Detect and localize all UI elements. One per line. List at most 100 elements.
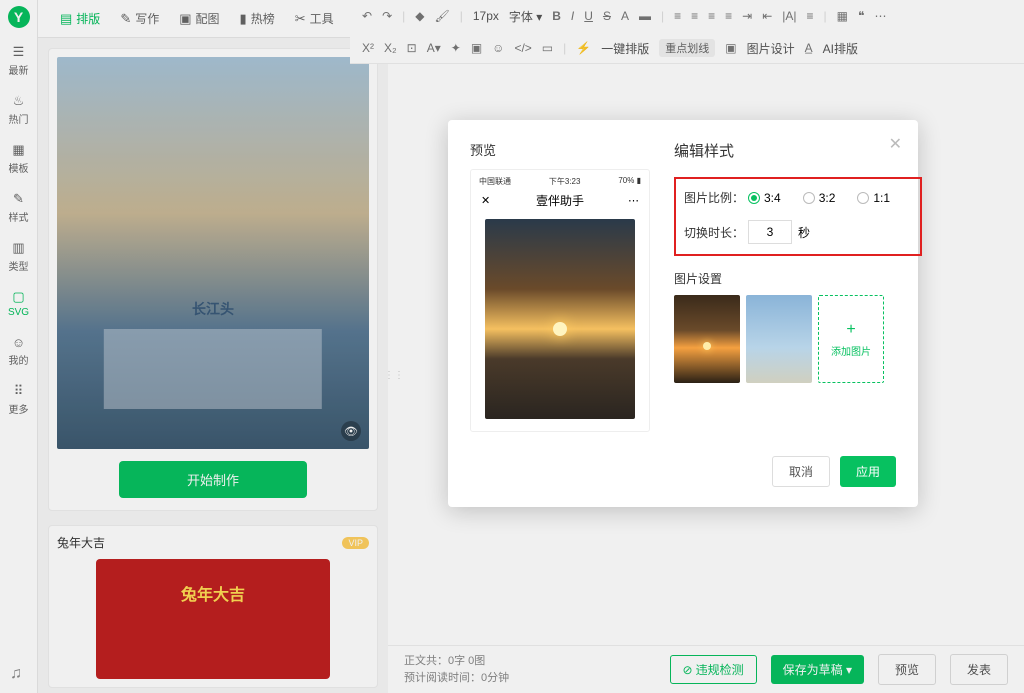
tab-image[interactable]: ▣配图	[169, 0, 229, 37]
strike-icon[interactable]: S	[603, 9, 611, 23]
magic-icon[interactable]: ✦	[451, 41, 461, 55]
add-image-button[interactable]: + 添加图片	[818, 295, 884, 383]
align-center-icon[interactable]: ≡	[691, 9, 698, 23]
emoji-icon[interactable]: ☺	[492, 41, 504, 55]
start-create-button[interactable]: 开始制作	[119, 461, 306, 498]
pic-design[interactable]: 图片设计	[747, 40, 795, 57]
table-icon[interactable]: ▦	[837, 9, 848, 23]
align-left-icon[interactable]: ≡	[674, 9, 681, 23]
underline-icon[interactable]: U	[584, 9, 593, 23]
panel-drag-handle[interactable]: ⋮⋮	[384, 370, 404, 381]
preview-button[interactable]: 预览	[878, 654, 936, 685]
modal-close-icon[interactable]: ✕	[889, 134, 902, 154]
template-preview-1[interactable]: 长江头 👁	[57, 57, 369, 449]
layout-icon: ▤	[60, 11, 72, 27]
font-color-icon[interactable]: A	[621, 9, 629, 23]
indent-icon[interactable]: ⇥	[742, 9, 752, 23]
template-preview-2[interactable]: 兔年大吉	[96, 559, 330, 679]
template-card-1: 长江头 👁 开始制作	[48, 48, 378, 511]
outdent-icon[interactable]: ⇤	[762, 9, 772, 23]
tab-tools[interactable]: ✂工具	[285, 0, 344, 37]
list-icon: ☰	[11, 44, 27, 60]
modal-title: 编辑样式	[674, 140, 922, 161]
save-draft-button[interactable]: 保存为草稿 ▾	[771, 655, 864, 684]
one-click-layout[interactable]: 一键排版	[601, 40, 649, 57]
subscript-icon[interactable]: X₂	[384, 41, 397, 55]
rail-item-type[interactable]: ▥类型	[0, 232, 37, 281]
preview-eye-icon[interactable]: 👁	[341, 421, 361, 441]
tab-write[interactable]: ✎写作	[110, 0, 169, 37]
pen-icon: ✎	[11, 191, 27, 207]
align-right-icon[interactable]: ≡	[708, 9, 715, 23]
tab-layout[interactable]: ▤排版	[50, 0, 110, 37]
font-family-select[interactable]: 字体 ▾	[509, 8, 542, 25]
highlight-icon[interactable]: ▬	[639, 9, 651, 23]
ai-layout[interactable]: AI排版	[823, 40, 858, 57]
user-icon: ☺	[11, 334, 27, 350]
doc-stats: 正文共：0字 0图 预计阅读时间：0分钟	[404, 653, 656, 686]
rail-item-latest[interactable]: ☰最新	[0, 36, 37, 85]
ratio-3-2[interactable]: 3:2	[803, 191, 836, 205]
redo-icon[interactable]: ↷	[382, 9, 392, 23]
duration-label: 切换时长：	[684, 224, 748, 241]
align-justify-icon[interactable]: ≡	[725, 9, 732, 23]
highlight-line[interactable]: 重点划线	[659, 39, 715, 57]
cancel-button[interactable]: 取消	[772, 456, 830, 487]
phone-app-title: 壹伴助手	[536, 192, 584, 209]
font-size-select[interactable]: 17px	[473, 9, 499, 23]
support-icon[interactable]: ♫	[10, 665, 22, 683]
undo-icon[interactable]: ↶	[362, 9, 372, 23]
ratio-1-1[interactable]: 1:1	[857, 191, 890, 205]
superscript-icon[interactable]: X²	[362, 41, 374, 55]
ai-icon: A̲	[805, 41, 813, 55]
rail-item-style[interactable]: ✎样式	[0, 183, 37, 232]
clear-format-icon[interactable]: ◆	[415, 9, 424, 23]
fire-icon: ♨	[11, 93, 27, 109]
square-icon: ▢	[11, 289, 27, 305]
format-icon[interactable]: ⊡	[407, 41, 417, 55]
phone-time: 下午3:23	[549, 176, 581, 187]
rail-item-hot[interactable]: ♨热门	[0, 85, 37, 134]
italic-icon[interactable]: I	[571, 9, 574, 23]
apply-button[interactable]: 应用	[840, 456, 896, 487]
vip-badge: VIP	[342, 537, 369, 549]
brush-icon[interactable]: 🖌	[434, 9, 449, 23]
ratio-3-4[interactable]: 3:4	[748, 191, 781, 205]
line-height-icon[interactable]: ≡	[807, 9, 814, 23]
ratio-label: 图片比例：	[684, 189, 748, 206]
bold-icon[interactable]: B	[552, 9, 561, 23]
rail-item-svg[interactable]: ▢SVG	[0, 281, 37, 326]
phone-carrier: 中国联通	[479, 176, 511, 187]
rail-item-mine[interactable]: ☺我的	[0, 326, 37, 375]
phone-battery: 70% ▮	[618, 176, 641, 187]
app-logo[interactable]: Y	[8, 6, 30, 28]
text-color-icon[interactable]: A▾	[427, 41, 441, 55]
spacing-icon[interactable]: |A|	[782, 9, 796, 23]
image-settings-label: 图片设置	[674, 270, 922, 287]
template-card-2: 兔年大吉 VIP 兔年大吉	[48, 525, 378, 688]
rail-item-more[interactable]: ⠿更多	[0, 375, 37, 424]
bottom-bar: 正文共：0字 0图 预计阅读时间：0分钟 ⊘违规检测 保存为草稿 ▾ 预览 发表	[388, 645, 1024, 693]
date-icon[interactable]: ▭	[542, 41, 553, 55]
rail-item-template[interactable]: ▦模板	[0, 134, 37, 183]
left-rail: Y ☰最新 ♨热门 ▦模板 ✎样式 ▥类型 ▢SVG ☺我的 ⠿更多	[0, 0, 38, 693]
violation-check-button[interactable]: ⊘违规检测	[670, 655, 757, 684]
plus-icon: +	[846, 321, 855, 339]
dots-icon: ⠿	[11, 383, 27, 399]
duration-unit: 秒	[798, 224, 810, 241]
tools-icon: ✂	[295, 11, 306, 27]
thumb-image-1[interactable]	[674, 295, 740, 383]
publish-button[interactable]: 发表	[950, 654, 1008, 685]
code-icon[interactable]: </>	[514, 41, 531, 55]
thumb-image-2[interactable]	[746, 295, 812, 383]
edit-style-modal: ✕ 预览 中国联通 下午3:23 70% ▮ ✕ 壹伴助手 ⋯ 编辑样式	[448, 120, 918, 507]
bars-icon: ▥	[11, 240, 27, 256]
insert-image-icon[interactable]: ▣	[471, 41, 482, 55]
more-tb-icon[interactable]: ⋯	[874, 9, 886, 23]
phone-close-icon: ✕	[481, 194, 490, 207]
phone-preview: 中国联通 下午3:23 70% ▮ ✕ 壹伴助手 ⋯	[470, 169, 650, 432]
duration-input[interactable]	[748, 220, 792, 244]
quote-icon[interactable]: ❝	[858, 9, 864, 23]
tab-rank[interactable]: ▮热榜	[230, 0, 285, 37]
phone-menu-icon: ⋯	[628, 194, 639, 207]
